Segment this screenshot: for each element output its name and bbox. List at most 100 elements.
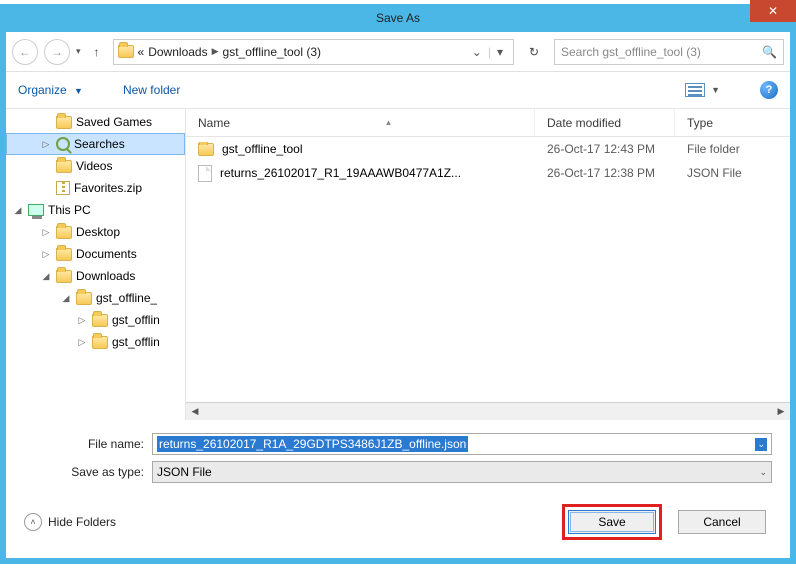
filename-history-chevron[interactable]: ⌄ [755,438,767,451]
view-options[interactable]: ▼ [685,83,720,97]
breadcrumb-dropdown[interactable]: ⌄|▾ [466,45,509,59]
tree-expander[interactable]: ▷ [40,139,52,150]
folder-icon [56,226,72,239]
file-list-pane: Name ▲ Date modified Type gst_offline_to… [186,109,790,420]
recent-locations-chevron[interactable]: ▾ [76,46,81,57]
breadcrumb-prefix: « [138,45,145,59]
filename-label: File name: [24,437,144,451]
search-input[interactable]: Search gst_offline_tool (3) 🔍 [554,39,784,65]
folder-icon [92,336,108,349]
tree-item[interactable]: ▷Searches [6,133,185,155]
folder-icon [56,116,72,129]
save-type-select[interactable]: JSON File ⌄ [152,461,772,483]
up-button[interactable]: ↑ [87,45,107,59]
help-button[interactable]: ? [760,81,778,99]
file-name: gst_offline_tool [222,142,303,156]
column-date[interactable]: Date modified [535,109,675,136]
tree-expander[interactable]: ▷ [76,315,88,326]
toolbar: Organize ▼ New folder ▼ ? [6,72,790,108]
forward-button[interactable]: → [44,39,70,65]
folder-icon [118,45,134,58]
tree-expander[interactable]: ▷ [40,227,52,238]
main-split: Saved Games ▷Searches Videos Favorites.zip ◢… [6,108,790,420]
breadcrumb-seg-current[interactable]: gst_offline_tool (3) [223,45,322,59]
scroll-right-icon[interactable]: ▶ [772,406,790,417]
scroll-left-icon[interactable]: ◀ [186,406,204,417]
folder-icon [76,292,92,305]
file-type: JSON File [675,166,790,180]
organize-label: Organize [18,83,67,97]
tree-item[interactable]: ◢This PC [6,199,185,221]
file-icon [198,165,212,182]
organize-menu[interactable]: Organize ▼ [18,83,83,97]
filename-input[interactable]: returns_26102017_R1A_29GDTPS3486J1ZB_off… [152,433,772,455]
folder-icon [56,270,72,283]
tree-label: Videos [76,159,112,173]
breadcrumb-seg-downloads[interactable]: Downloads [148,45,207,59]
tree-label: Desktop [76,225,120,239]
folder-icon [56,160,72,173]
tree-item[interactable]: ◢ gst_offline_ [6,287,185,309]
column-name[interactable]: Name ▲ [186,109,535,136]
close-button[interactable]: ✕ [750,0,796,22]
search-icon [56,137,70,151]
tree-item[interactable]: Saved Games [6,111,185,133]
tree-label: gst_offlin [112,313,160,327]
chevron-down-icon: ▼ [74,86,83,96]
nav-row: ← → ▾ ↑ « Downloads ▶ gst_offline_tool (… [6,32,790,72]
back-button[interactable]: ← [12,39,38,65]
tree-label: Favorites.zip [74,181,142,195]
tree-label: gst_offline_ [96,291,157,305]
tree-expander[interactable]: ◢ [60,293,72,304]
hide-folders-toggle[interactable]: ˄ Hide Folders [24,513,116,531]
tree-item[interactable]: ▷ Documents [6,243,185,265]
tree-expander[interactable]: ▷ [40,249,52,260]
tree-expander[interactable]: ◢ [12,205,24,216]
sort-asc-icon: ▲ [384,118,392,127]
new-folder-button[interactable]: New folder [123,83,180,97]
horizontal-scrollbar[interactable]: ◀ ▶ [186,402,790,420]
file-row[interactable]: returns_26102017_R1_19AAAWB0477A1Z... 26-… [186,161,790,185]
file-row[interactable]: gst_offline_tool26-Oct-17 12:43 PMFile f… [186,137,790,161]
chevron-up-icon: ˄ [24,513,42,531]
window-title: Save As [0,11,796,25]
folder-icon [92,314,108,327]
save-button[interactable]: Save [568,510,656,534]
refresh-button[interactable]: ↻ [520,39,548,65]
save-type-label: Save as type: [24,465,144,479]
dialog-footer: ˄ Hide Folders Save Cancel [6,486,790,558]
cancel-button[interactable]: Cancel [678,510,766,534]
tree-expander[interactable]: ◢ [40,271,52,282]
folder-tree[interactable]: Saved Games ▷Searches Videos Favorites.zip ◢… [6,109,186,420]
tree-item[interactable]: ◢ Downloads [6,265,185,287]
tree-item[interactable]: ▷ Desktop [6,221,185,243]
tree-label: Documents [76,247,137,261]
tree-expander[interactable]: ▷ [76,337,88,348]
view-list-icon [685,83,705,97]
file-name: returns_26102017_R1_19AAAWB0477A1Z... [220,166,461,180]
save-as-dialog: Save As ✕ ← → ▾ ↑ « Downloads ▶ gst_offl… [0,4,796,564]
breadcrumb-bar[interactable]: « Downloads ▶ gst_offline_tool (3) ⌄|▾ [113,39,514,65]
zip-icon [56,181,70,195]
chevron-right-icon[interactable]: ▶ [212,46,219,57]
tree-label: gst_offlin [112,335,160,349]
save-fields: File name: returns_26102017_R1A_29GDTPS3… [6,420,790,486]
filename-value: returns_26102017_R1A_29GDTPS3486J1ZB_off… [157,436,468,452]
folder-icon [56,248,72,261]
tree-item[interactable]: ▷ gst_offlin [6,309,185,331]
tree-label: Downloads [76,269,135,283]
title-bar: Save As ✕ [0,4,796,32]
file-date: 26-Oct-17 12:43 PM [535,142,675,156]
save-type-value: JSON File [157,465,212,479]
file-date: 26-Oct-17 12:38 PM [535,166,675,180]
tree-item[interactable]: Favorites.zip [6,177,185,199]
save-type-chevron[interactable]: ⌄ [759,467,767,478]
search-placeholder: Search gst_offline_tool (3) [561,45,701,59]
tree-item[interactable]: ▷ gst_offlin [6,331,185,353]
tree-label: Saved Games [76,115,152,129]
scroll-track[interactable] [204,403,772,420]
column-name-label: Name [198,116,230,130]
search-icon: 🔍 [762,45,777,59]
column-type[interactable]: Type [675,109,790,136]
tree-item[interactable]: Videos [6,155,185,177]
